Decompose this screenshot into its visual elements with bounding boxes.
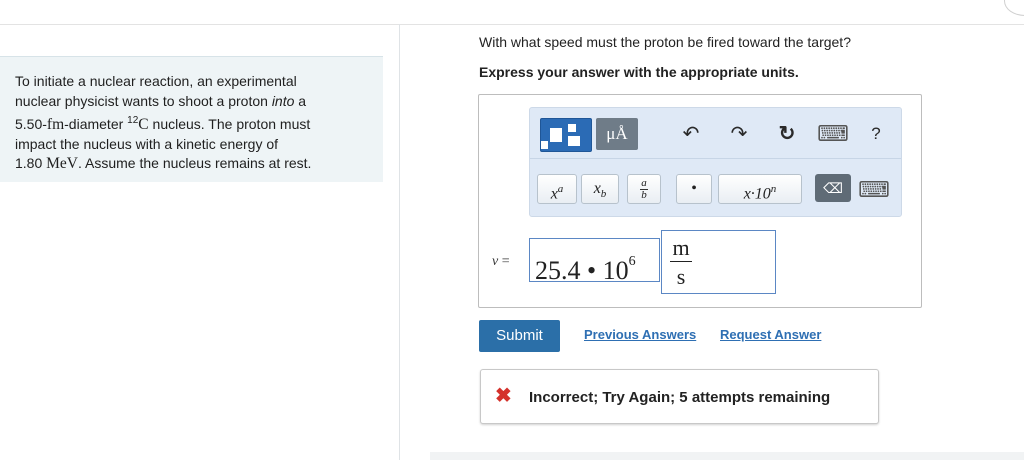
unit-denominator: s (676, 264, 686, 289)
problem-emphasis: into (271, 92, 295, 109)
problem-statement: To initiate a nuclear reaction, an exper… (0, 56, 383, 182)
unit-mev: MeV (46, 155, 78, 172)
help-button[interactable]: ? (866, 122, 886, 146)
problem-line: 5.50- (15, 116, 47, 132)
element-symbol: C (138, 116, 149, 133)
request-answer-link[interactable]: Request Answer (720, 327, 821, 342)
sci-exp: n (770, 183, 777, 195)
superscript-exp: a (557, 183, 564, 195)
template-block-icon (550, 128, 562, 142)
subscript-base: x (593, 180, 601, 197)
answer-unit-input[interactable]: m s (661, 230, 776, 294)
fraction-den: b (641, 188, 647, 201)
subscript-button[interactable]: xb (581, 174, 619, 204)
reset-icon[interactable]: ↻ (774, 122, 800, 146)
feedback-box: ✖ Incorrect; Try Again; 5 attempts remai… (480, 369, 879, 424)
problem-line: impact the nucleus with a kinetic energy… (15, 135, 279, 152)
answer-value-input[interactable]: 25.4 • 106 (529, 238, 660, 285)
answer-value: 25.4 • 10 (535, 256, 629, 285)
units-button[interactable]: μÅ (596, 118, 638, 150)
problem-line: a (294, 92, 307, 109)
problem-line: . Assume the nucleus remains at rest. (78, 155, 312, 171)
templates-button[interactable] (540, 118, 592, 152)
question-text: With what speed must the proton be fired… (479, 34, 851, 50)
dot-button[interactable]: • (676, 174, 712, 204)
top-divider (0, 24, 1024, 25)
template-block-icon (568, 124, 576, 132)
bottom-strip (430, 452, 1024, 460)
keyboard-icon[interactable]: ⌨ (816, 122, 850, 146)
undo-icon[interactable]: ↶ (678, 122, 704, 146)
mass-number: 12 (127, 115, 139, 126)
problem-line: To initiate a nuclear reaction, an exper… (15, 73, 297, 89)
answer-variable-label: v = (492, 254, 510, 270)
delete-button[interactable]: ⌫ (815, 174, 851, 202)
error-icon: ✖ (495, 385, 512, 407)
keyboard-toggle-icon[interactable]: ⌨ (857, 178, 891, 202)
submit-button[interactable]: Submit (479, 320, 560, 352)
unit-fm: fm (46, 116, 65, 133)
superscript-button[interactable]: xa (537, 174, 577, 204)
math-toolbar: μÅ ↶ ↷ ↻ ⌨ ? xa xb a b • x·10n ⌫ ⌨ (529, 107, 902, 217)
fraction-icon: a b (640, 177, 648, 201)
template-block-icon (541, 141, 548, 149)
corner-button[interactable] (1004, 0, 1024, 16)
fraction-button[interactable]: a b (627, 174, 661, 204)
instruction-text: Express your answer with the appropriate… (479, 64, 799, 80)
template-block-icon (568, 136, 580, 146)
answer-exponent: 6 (628, 254, 636, 269)
superscript-base: x (550, 185, 558, 203)
feedback-message: Incorrect; Try Again; 5 attempts remaini… (529, 389, 831, 406)
problem-line: nuclear physicist wants to shoot a proto… (15, 92, 272, 109)
sci-label: x·10 (743, 185, 771, 203)
equals-sign: = (498, 254, 510, 269)
problem-line: -diameter (64, 116, 128, 132)
problem-line: nucleus. The proton must (148, 116, 311, 132)
scientific-notation-button[interactable]: x·10n (718, 174, 802, 204)
redo-icon[interactable]: ↷ (726, 122, 752, 146)
unit-numerator: m (670, 235, 692, 262)
toolbar-divider (530, 158, 901, 159)
subscript-sub: b (600, 188, 607, 201)
previous-answers-link[interactable]: Previous Answers (584, 327, 696, 342)
problem-line: 1.80 (15, 155, 47, 171)
column-divider (399, 24, 400, 460)
